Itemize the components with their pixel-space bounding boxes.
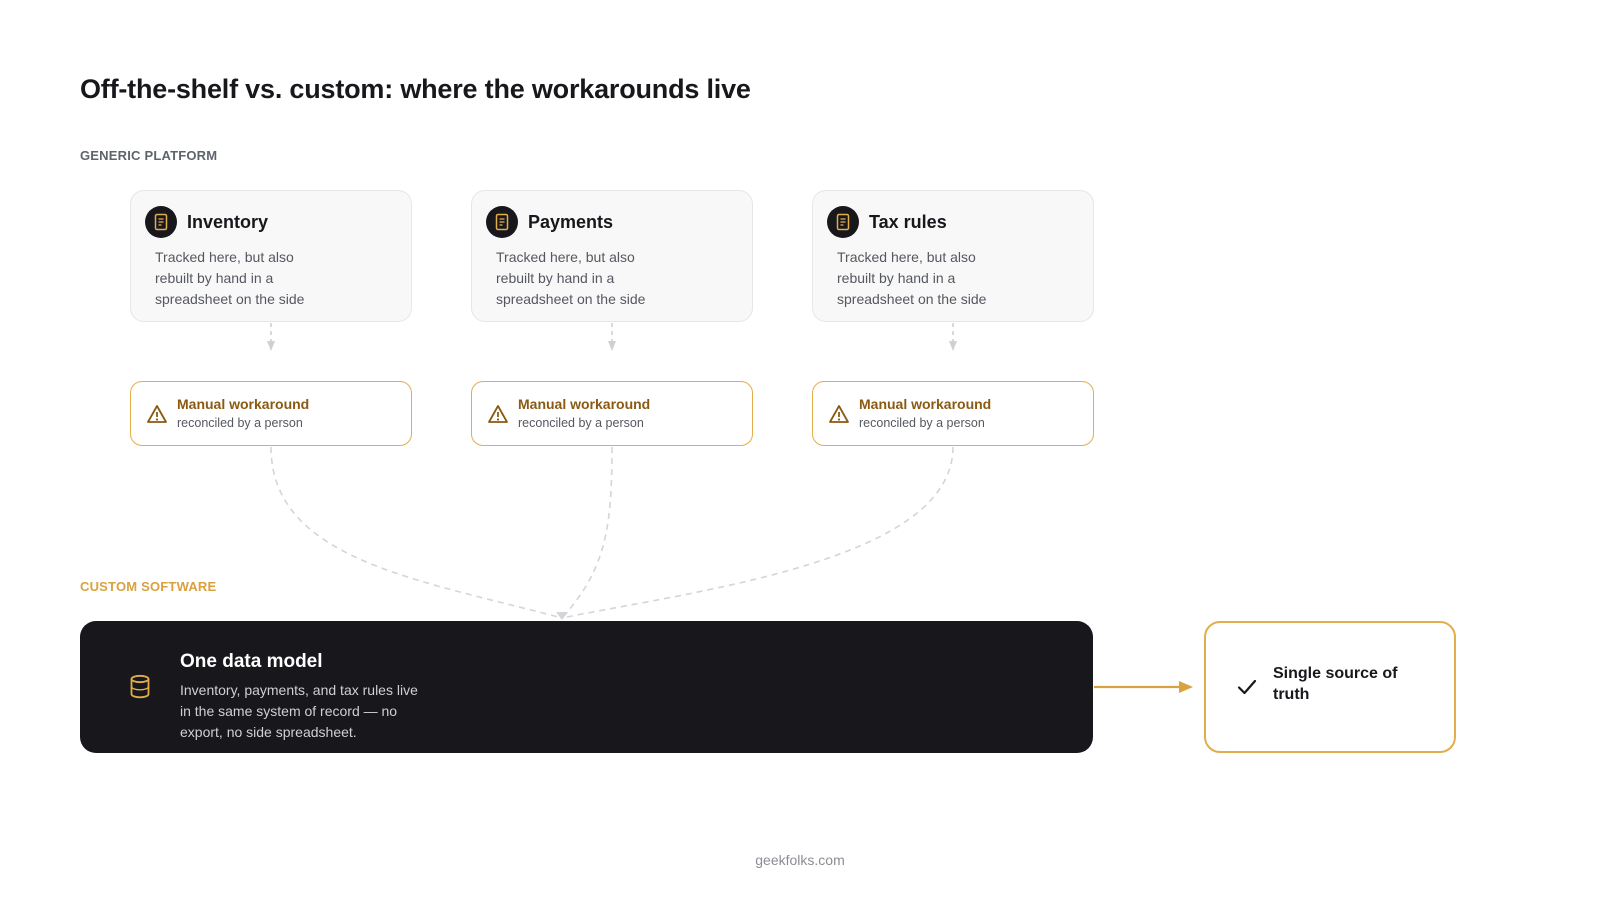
card-description: Tracked here, but also rebuilt by hand i… — [496, 249, 646, 307]
document-icon — [827, 206, 859, 238]
warning-icon — [488, 405, 508, 423]
section-label-generic-platform: GENERIC PLATFORM — [80, 148, 218, 163]
checkmark-icon — [1237, 679, 1257, 695]
card-inventory: Inventory Tracked here, but also rebuilt… — [130, 190, 412, 322]
connector-workaround-1-to-model — [270, 446, 563, 619]
card-title: Tax rules — [869, 212, 947, 232]
warning-icon — [147, 405, 167, 423]
workaround-box-tax-rules: Manual workaround reconciled by a person — [812, 381, 1094, 446]
footer-credit: geekfolks.com — [755, 852, 845, 868]
database-icon — [130, 674, 150, 699]
card-payments: Payments Tracked here, but also rebuilt … — [471, 190, 753, 322]
connector-workaround-3-to-model — [561, 446, 954, 619]
page-title: Off-the-shelf vs. custom: where the work… — [80, 74, 751, 104]
outcome-text: Single source of truth — [1273, 665, 1398, 703]
connector-workaround-2-to-model — [561, 446, 613, 619]
card-description: Tracked here, but also rebuilt by hand i… — [155, 249, 305, 307]
card-title: Payments — [528, 212, 614, 232]
data-model-box: One data model Inventory, payments, and … — [80, 621, 1093, 753]
connector-lines — [267, 323, 1193, 693]
workaround-title: Manual workaround — [859, 396, 992, 412]
workaround-title: Manual workaround — [518, 396, 651, 412]
data-model-description: Inventory, payments, and tax rules live … — [180, 682, 418, 740]
workaround-subtitle: reconciled by a person — [518, 416, 644, 430]
workaround-subtitle: reconciled by a person — [859, 416, 985, 430]
workaround-box-payments: Manual workaround reconciled by a person — [471, 381, 753, 446]
workaround-box-inventory: Manual workaround reconciled by a person — [130, 381, 412, 446]
document-icon — [486, 206, 518, 238]
card-description: Tracked here, but also rebuilt by hand i… — [837, 249, 987, 307]
workaround-subtitle: reconciled by a person — [177, 416, 303, 430]
workaround-title: Manual workaround — [177, 396, 310, 412]
warning-icon — [829, 405, 849, 423]
card-title: Inventory — [187, 212, 269, 232]
single-source-of-truth-box: Single source of truth — [1204, 621, 1456, 753]
card-tax-rules: Tax rules Tracked here, but also rebuilt… — [812, 190, 1094, 322]
section-label-custom-software: CUSTOM SOFTWARE — [80, 579, 217, 594]
document-icon — [145, 206, 177, 238]
data-model-title: One data model — [180, 651, 323, 672]
converge-arrowhead — [556, 612, 568, 620]
